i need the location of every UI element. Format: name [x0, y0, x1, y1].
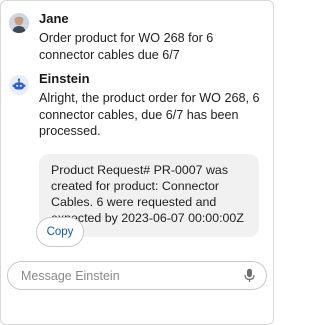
- user-photo-avatar-icon: [9, 13, 29, 33]
- user-message: Jane Order product for WO 268 for 6 conn…: [7, 11, 265, 63]
- message-input[interactable]: [21, 268, 242, 283]
- einstein-bot-icon: [12, 78, 26, 90]
- bot-message: Einstein Alright, the product order for …: [7, 71, 265, 237]
- bot-name: Einstein: [39, 71, 90, 86]
- user-message-text: Order product for WO 268 for 6 connector…: [39, 31, 214, 62]
- user-name: Jane: [39, 11, 69, 26]
- bot-message-text: Alright, the product order for WO 268, 6…: [39, 91, 260, 138]
- user-avatar: [9, 13, 29, 33]
- copy-button[interactable]: Copy: [36, 217, 84, 247]
- microphone-icon[interactable]: [242, 268, 256, 284]
- bot-avatar: [9, 75, 29, 95]
- message-composer[interactable]: [7, 261, 267, 290]
- chat-panel: Jane Order product for WO 268 for 6 conn…: [0, 0, 274, 325]
